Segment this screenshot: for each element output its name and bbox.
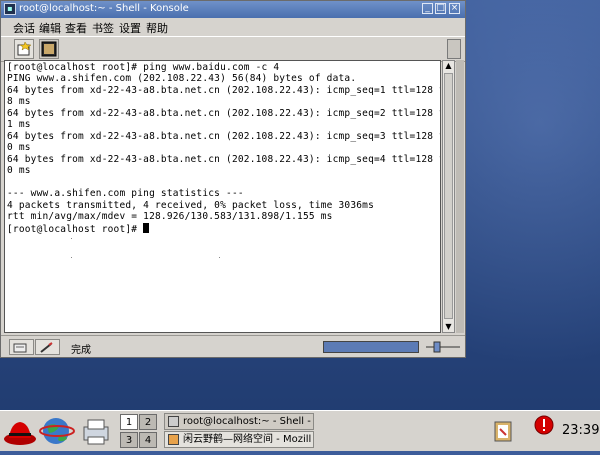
terminal-output[interactable]: [root@localhost root]# ping www.baidu.co… — [4, 60, 441, 333]
taskbar-task-mozilla[interactable]: 闲云野鹤—网络空间 - Mozill — [164, 431, 314, 448]
mozilla-task-icon — [168, 434, 179, 445]
zoom-slider-icon[interactable] — [424, 341, 462, 353]
terminal-line: 0 ms — [7, 165, 31, 176]
status-bar: 完成 — [1, 335, 465, 358]
terminal-line: 8 ms — [7, 96, 31, 107]
terminal-line: 64 bytes from xd-22-43-a8.bta.net.cn (20… — [7, 131, 441, 142]
status-text: 完成 — [71, 345, 91, 356]
toolbar-handle-icon[interactable] — [447, 39, 461, 59]
menu-help[interactable]: 帮助 — [146, 20, 168, 36]
alert-notification-icon[interactable] — [533, 414, 555, 450]
web-browser-icon[interactable] — [39, 413, 75, 449]
konsole-app-icon[interactable]: ▪ — [4, 3, 16, 15]
terminal-line: PING www.a.shifen.com (202.108.22.43) 56… — [7, 73, 357, 84]
scrollbar-thumb[interactable] — [444, 73, 453, 319]
workspace-3[interactable]: 3 — [120, 432, 138, 448]
prompt-text: [root@localhost root]# — [7, 224, 144, 235]
scroll-up-icon[interactable]: ▲ — [444, 61, 453, 71]
terminal-line: 4 packets transmitted, 4 received, 0% pa… — [7, 200, 375, 211]
session-tab-icon — [13, 343, 27, 353]
terminal-line: 1 ms — [7, 119, 31, 130]
terminal-cursor — [143, 223, 150, 233]
window-title: root@localhost:~ - Shell - Konsole — [19, 3, 189, 14]
session-button[interactable] — [39, 39, 59, 59]
workspace-1[interactable]: 1 — [120, 414, 138, 430]
menu-bar: 会话 编辑 查看 书签 设置 帮助 — [1, 18, 465, 36]
terminal-line: 64 bytes from xd-22-43-a8.bta.net.cn (20… — [7, 85, 441, 96]
terminal-line: [root@localhost root]# ping www.baidu.co… — [7, 62, 280, 73]
window-edge-strip — [456, 60, 464, 333]
redhat-menu-icon[interactable] — [2, 413, 38, 449]
minimize-icon[interactable]: _ — [422, 3, 433, 14]
menu-edit[interactable]: 编辑 — [39, 20, 61, 36]
taskbar: 1 2 3 4 root@localhost:~ - Shell - Konso… — [0, 410, 600, 451]
session-tab-button[interactable] — [9, 339, 34, 355]
printer-icon[interactable] — [78, 413, 114, 449]
menu-view[interactable]: 查看 — [65, 20, 87, 36]
terminal-line: 64 bytes from xd-22-43-a8.bta.net.cn (20… — [7, 154, 441, 165]
artifact-dot — [71, 257, 72, 258]
terminal-prompt: [root@localhost root]# — [7, 223, 150, 235]
scroll-down-icon[interactable]: ▼ — [444, 322, 453, 332]
rename-button[interactable] — [35, 339, 60, 355]
terminal-line: rtt min/avg/max/mdev = 128.926/130.583/1… — [7, 211, 333, 222]
workspace-pager: 1 2 3 4 — [118, 413, 158, 449]
terminal-line: --- www.a.shifen.com ping statistics --- — [7, 188, 244, 199]
clock: 23:39 — [562, 423, 600, 438]
taskbar-task-konsole[interactable]: root@localhost:~ - Shell - Konso — [164, 413, 314, 430]
pencil-icon — [40, 342, 53, 353]
toolbar — [1, 36, 465, 62]
task-label: root@localhost:~ - Shell - Konso — [183, 416, 313, 427]
menu-settings[interactable]: 设置 — [119, 20, 141, 36]
new-session-icon — [17, 41, 32, 56]
vertical-scrollbar[interactable]: ▲ ▼ — [442, 60, 455, 333]
terminal-line: 0 ms — [7, 142, 31, 153]
terminal-line: 64 bytes from xd-22-43-a8.bta.net.cn (20… — [7, 108, 441, 119]
task-label: 闲云野鹤—网络空间 - Mozill — [183, 434, 312, 445]
workspace-2[interactable]: 2 — [139, 414, 157, 430]
menu-session[interactable]: 会话 — [13, 20, 35, 36]
konsole-task-icon — [168, 416, 179, 427]
new-session-button[interactable] — [14, 39, 34, 59]
artifact-dot — [71, 238, 72, 239]
konsole-window: ▪ root@localhost:~ - Shell - Konsole _ □… — [0, 0, 466, 358]
maximize-icon[interactable]: □ — [435, 3, 446, 14]
artifact-dot — [219, 257, 220, 258]
title-bar[interactable]: ▪ root@localhost:~ - Shell - Konsole _ □… — [1, 1, 465, 18]
status-progress-field — [323, 341, 419, 353]
terminal-icon — [41, 41, 57, 57]
workspace-4[interactable]: 4 — [139, 432, 157, 448]
close-icon[interactable]: × — [449, 3, 460, 14]
menu-bookmarks[interactable]: 书签 — [92, 20, 114, 36]
